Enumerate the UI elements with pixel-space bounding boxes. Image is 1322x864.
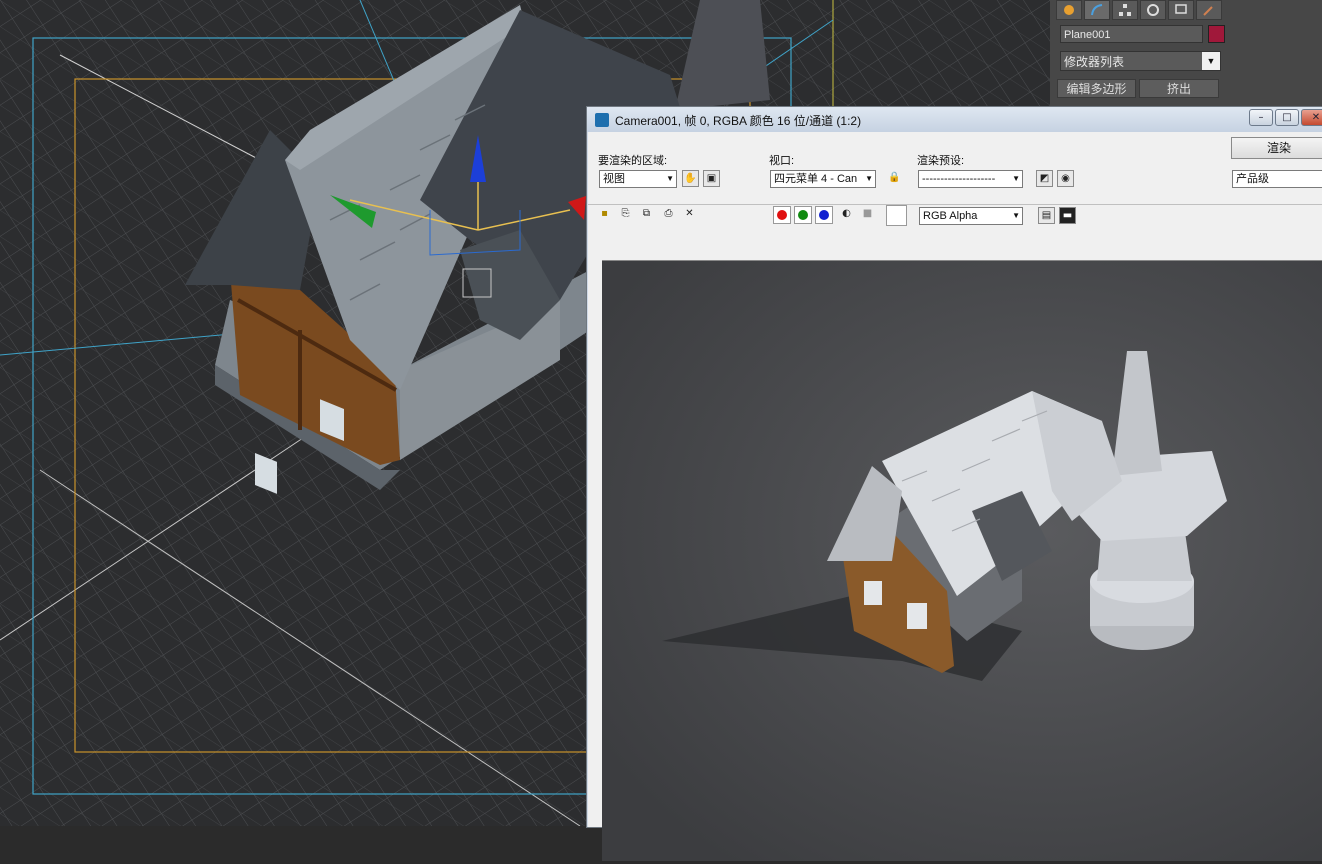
channel-dropdown[interactable]: RGB Alpha ▼ [919,207,1023,225]
preset-value: -------------------- [922,173,996,185]
sun-icon[interactable] [1056,0,1082,20]
print-icon[interactable]: ⎙ [660,206,677,223]
render-setup-icon[interactable]: ◩ [1036,170,1053,187]
mono-icon[interactable]: ■ [859,206,876,223]
alpha-icon[interactable]: ◐ [838,206,855,223]
chevron-down-icon: ▼ [666,174,674,183]
app-icon [595,113,609,127]
extrude-button[interactable]: 挤出 [1139,79,1219,98]
chevron-down-icon: ▼ [1012,211,1020,220]
overlay-icon[interactable]: ▬ [1059,207,1076,224]
area-label: 要渲染的区域: [598,155,668,167]
copy-image-icon[interactable]: ⎘ [617,206,634,223]
lock-icon[interactable]: 🔒 [886,170,903,187]
render-frame-window: Camera001, 帧 0, RGBA 颜色 16 位/通道 (1:2) – … [586,106,1322,861]
toggle-ui-icon[interactable]: ▤ [1038,207,1055,224]
object-name-field[interactable]: Plane001 [1060,25,1203,43]
render-frame-body: 要渲染的区域: 视图 ▼ ✋ ▣ 视口: 四元菜单 4 - Can ▼ 🔒 渲染预设… [588,132,1322,861]
viewport-label: 视口: [769,155,795,167]
render-image [602,260,1322,861]
clone-frame-icon[interactable]: ⧉ [638,206,655,223]
save-image-icon[interactable]: ▪ [596,206,613,223]
blue-channel-dot [819,210,829,220]
edit-poly-button[interactable]: 编辑多边形 [1057,79,1136,98]
viewport-value: 四元菜单 4 - Can [774,173,858,185]
red-channel-dot [777,210,787,220]
auto-region-icon[interactable]: ▣ [703,170,720,187]
rendered-house-image [602,261,1322,861]
display-icon[interactable] [1168,0,1194,20]
swatch-box[interactable] [886,205,907,226]
object-color-swatch[interactable] [1208,25,1225,43]
chevron-down-icon: ▼ [865,174,873,183]
clear-icon[interactable]: ✕ [681,206,698,223]
arc-icon[interactable] [1084,0,1110,20]
chevron-down-icon: ▼ [1012,174,1020,183]
quality-dropdown[interactable]: 产品级 [1232,170,1322,188]
blue-channel-toggle[interactable] [815,206,833,224]
render-button[interactable]: 渲染 [1231,137,1322,159]
close-button[interactable]: ✕ [1301,109,1322,126]
preset-label: 渲染预设: [917,155,965,167]
preset-dropdown[interactable]: -------------------- ▼ [918,170,1023,188]
environment-icon[interactable]: ◉ [1057,170,1074,187]
modifier-list-label: 修改器列表 [1064,55,1125,69]
motion-icon[interactable] [1140,0,1166,20]
minimize-button[interactable]: – [1249,109,1273,126]
green-channel-toggle[interactable] [794,206,812,224]
red-channel-toggle[interactable] [773,206,791,224]
green-channel-dot [798,210,808,220]
viewport-dropdown[interactable]: 四元菜单 4 - Can ▼ [770,170,876,188]
quality-value: 产品级 [1236,173,1269,185]
chevron-down-icon: ▼ [1202,52,1220,70]
title-bar[interactable]: Camera001, 帧 0, RGBA 颜色 16 位/通道 (1:2) – … [587,107,1322,132]
channel-value: RGB Alpha [923,210,978,222]
maximize-button[interactable]: □ [1275,109,1299,126]
area-dropdown[interactable]: 视图 ▼ [599,170,677,188]
modifier-list-dropdown[interactable]: 修改器列表 ▼ [1060,51,1221,71]
area-value: 视图 [603,173,625,185]
hierarchy-icon[interactable] [1112,0,1138,20]
edit-region-icon[interactable]: ✋ [682,170,699,187]
hammer-icon[interactable] [1196,0,1222,20]
window-title: Camera001, 帧 0, RGBA 颜色 16 位/通道 (1:2) [615,114,862,128]
